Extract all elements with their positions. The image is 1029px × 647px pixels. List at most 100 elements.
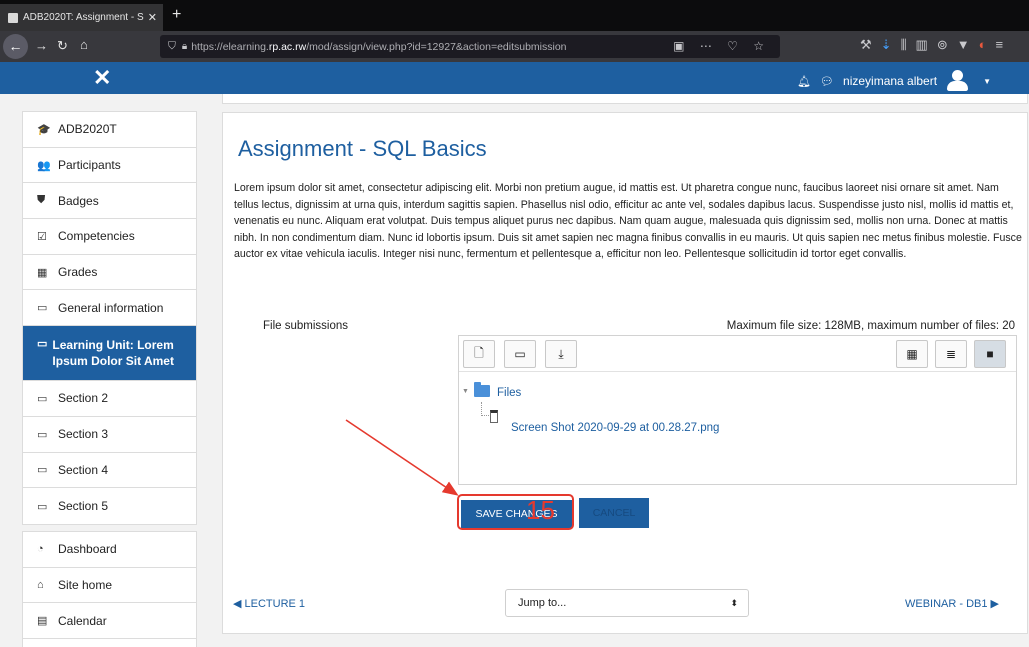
home-icon: ⌂ xyxy=(37,578,44,591)
sidebar-item-label: Section 2 xyxy=(58,391,109,406)
sidebar-item-adb2020t[interactable]: 🎓 ADB2020T xyxy=(23,112,196,148)
course-sidebar: 🎓 ADB2020T 👥 Participants ⛊ Badges ☑ Competenci… xyxy=(22,111,197,647)
sidebar-item-grades[interactable]: ▦ Grades xyxy=(23,255,196,291)
files-folder-label[interactable]: Files xyxy=(497,387,521,399)
page-title: Assignment - SQL Basics xyxy=(238,136,487,161)
cancel-button[interactable]: CANCEL xyxy=(579,498,649,528)
folder-icon: ▭ xyxy=(37,338,48,351)
tree-view-button[interactable]: ■ xyxy=(974,340,1006,368)
sidebar-item-site-home[interactable]: ⌂ Site home xyxy=(23,568,196,604)
page-actions-icon[interactable]: ▣ ⋯ ♡ ☆ xyxy=(673,39,770,53)
sidebar-site-nav: ◔ Dashboard ⌂ Site home ▤ Calendar ▯Private fi… xyxy=(22,530,197,647)
sidebar-item-section-3[interactable]: ▭ Section 3 xyxy=(23,417,196,453)
user-name[interactable]: nizeyimana albert xyxy=(843,74,937,88)
tree-expand-icon[interactable]: ▼ xyxy=(462,388,469,395)
folder-icon: ▭ xyxy=(37,500,48,513)
file-submissions-label: File submissions xyxy=(263,320,348,332)
library-icon[interactable]: ⫼ xyxy=(901,37,916,52)
sidebar-item-dashboard[interactable]: ◔ Dashboard xyxy=(23,532,196,568)
uploaded-file-link[interactable]: Screen Shot 2020-09-29 at 00.28.27.png xyxy=(511,422,719,434)
select-arrows-icon: ⬍ xyxy=(730,597,738,608)
tab-close-icon[interactable]: ✕ xyxy=(148,11,157,24)
vpn-icon[interactable]: ▼ xyxy=(957,37,979,52)
shield-icon: ⛊ xyxy=(37,194,46,207)
file-picker-toolbar: 🗋 ▭ ⤓ ▦ ≣ ■ xyxy=(459,336,1016,372)
page-header-strip xyxy=(222,94,1028,104)
chat-icon[interactable]: 💬︎ xyxy=(820,75,834,88)
download-icon[interactable]: ⇣ xyxy=(881,37,901,52)
sidebar-icon[interactable]: ▥ xyxy=(916,37,937,52)
file-picker: 🗋 ▭ ⤓ ▦ ≣ ■ ▼ Files Screen Shot 2020-09-… xyxy=(458,335,1017,485)
user-menu: 🔔︎ 💬︎ nizeyimana albert ▼ xyxy=(797,70,991,92)
list-view-button[interactable]: ≣ xyxy=(935,340,967,368)
url-host: rp.ac.rw xyxy=(268,40,307,53)
add-file-button[interactable]: 🗋 xyxy=(463,340,495,368)
jump-to-label: Jump to... xyxy=(518,597,567,609)
url-prefix: https://elearning. xyxy=(191,40,269,53)
sidebar-item-section-2[interactable]: ▭ Section 2 xyxy=(23,381,196,417)
lock-icon[interactable]: 🔒︎ xyxy=(182,41,187,52)
forward-arrow-icon[interactable]: → xyxy=(35,38,48,53)
download-icon: ⤓ xyxy=(558,346,564,361)
sidebar-item-label: Participants xyxy=(58,158,121,173)
addon-icon[interactable]: ◐ xyxy=(979,37,996,52)
sidebar-item-label: ADB2020T xyxy=(58,122,117,137)
sidebar-item-competencies[interactable]: ☑ Competencies xyxy=(23,219,196,255)
sidebar-item-label: Section 4 xyxy=(58,462,109,477)
annotation-highlight-box xyxy=(457,494,574,530)
new-tab-button[interactable]: + xyxy=(172,6,181,24)
browser-tab[interactable]: ADB2020T: Assignment - SQL ✕ xyxy=(0,4,163,31)
calendar-icon: ▤ xyxy=(37,615,48,628)
folder-icon: ▭ xyxy=(37,302,48,315)
chevron-down-icon[interactable]: ▼ xyxy=(983,77,991,86)
folder-icon: ■ xyxy=(986,347,994,361)
sidebar-item-label: Site home xyxy=(58,577,113,592)
previous-activity-link[interactable]: ◀ LECTURE 1 xyxy=(233,597,305,610)
create-folder-button[interactable]: ▭ xyxy=(504,340,536,368)
icon-view-button[interactable]: ▦ xyxy=(896,340,928,368)
sidebar-item-calendar[interactable]: ▤ Calendar xyxy=(23,603,196,639)
folder-outline-icon: ▭ xyxy=(514,347,526,361)
back-arrow-icon[interactable]: ← xyxy=(3,34,28,59)
sidebar-item-label: General information xyxy=(58,300,164,315)
sidebar-item-label: Section 5 xyxy=(58,499,109,514)
sidebar-item-learning-unit-lorem-ipsum-dolor-sit-amet[interactable]: ▭ Learning Unit: Lorem Ipsum Dolor Sit Am… xyxy=(23,326,196,382)
bell-icon[interactable]: 🔔︎ xyxy=(797,75,811,88)
file-limit-text: Maximum file size: 128MB, maximum number… xyxy=(726,320,1015,332)
avatar[interactable] xyxy=(946,70,969,92)
url-bar[interactable]: ⛉ 🔒︎ https://elearning. rp.ac.rw/mod/assi… xyxy=(160,35,780,58)
browser-tab-bar: ADB2020T: Assignment - SQL ✕ + xyxy=(0,0,1029,31)
sidebar-item-label: Learning Unit: Lorem Ipsum Dolor Sit Ame… xyxy=(52,338,174,369)
folder-icon[interactable] xyxy=(474,382,490,397)
sidebar-item-participants[interactable]: 👥 Participants xyxy=(23,148,196,184)
sidebar-course-nav: 🎓 ADB2020T 👥 Participants ⛊ Badges ☑ Competenci… xyxy=(22,111,197,525)
list-icon: ≣ xyxy=(945,347,957,361)
sidebar-item-label: Badges xyxy=(58,193,99,208)
tools-icon[interactable]: ⚒ xyxy=(860,37,881,52)
reload-icon[interactable]: ↻ xyxy=(57,38,68,54)
next-activity-link[interactable]: WEBINAR - DB1 ▶ xyxy=(905,597,999,610)
tab-title: ADB2020T: Assignment - SQL xyxy=(23,12,144,23)
dashboard-icon: ◔ xyxy=(37,543,44,556)
folder-icon: ▭ xyxy=(37,428,48,441)
close-drawer-icon[interactable]: ✕ xyxy=(93,65,111,91)
browser-nav-bar: ← → ↻ ⌂ ⛉ 🔒︎ https://elearning. rp.ac.rw /… xyxy=(0,31,1029,62)
home-icon[interactable]: ⌂ xyxy=(80,37,88,52)
grid-icon: ▦ xyxy=(906,347,918,361)
extension-icon[interactable]: ⊚ xyxy=(937,37,957,52)
sidebar-item-private-files[interactable]: ▯Private files xyxy=(23,639,196,647)
download-all-button[interactable]: ⤓ xyxy=(545,340,577,368)
checkbox-icon: ☑ xyxy=(37,230,47,243)
sidebar-item-section-5[interactable]: ▭ Section 5 xyxy=(23,488,196,524)
browser-toolbar: ⚒⇣⫼▥⊚▼◐≡ xyxy=(860,37,1012,53)
sidebar-item-label: Calendar xyxy=(58,613,107,628)
file-icon[interactable] xyxy=(490,410,498,423)
menu-icon[interactable]: ≡ xyxy=(995,37,1012,52)
sidebar-item-badges[interactable]: ⛊ Badges xyxy=(23,183,196,220)
tracking-shield-icon[interactable]: ⛉ xyxy=(168,40,176,53)
main-content: Assignment - SQL Basics Lorem ipsum dolo… xyxy=(222,112,1028,634)
sidebar-item-general-information[interactable]: ▭ General information xyxy=(23,290,196,327)
sidebar-item-section-4[interactable]: ▭ Section 4 xyxy=(23,453,196,489)
jump-to-select[interactable]: Jump to... ⬍ xyxy=(505,589,749,617)
folder-icon: ▭ xyxy=(37,464,48,477)
